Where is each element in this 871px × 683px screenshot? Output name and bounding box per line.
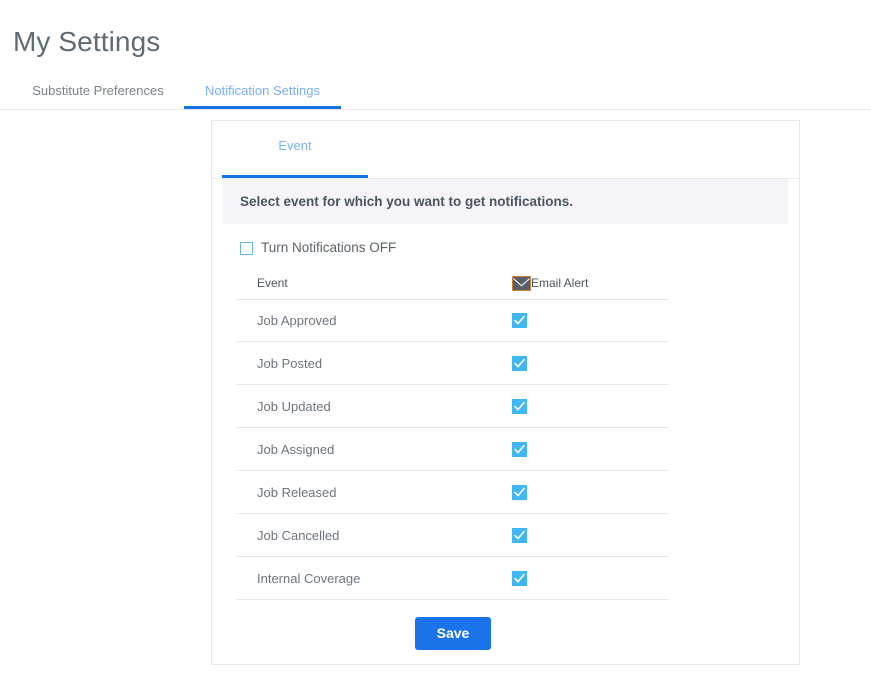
row-label-job-released: Job Released xyxy=(257,484,337,500)
row-email-alert-cell xyxy=(512,527,669,543)
table-row: Internal Coverage xyxy=(237,557,669,600)
envelope-icon xyxy=(512,275,531,291)
row-label-job-approved: Job Approved xyxy=(257,313,337,328)
save-button-container: Save xyxy=(237,600,669,650)
table-row: Job Posted xyxy=(237,342,669,385)
row-label-job-assigned: Job Assigned xyxy=(257,441,335,457)
table-row: Job Approved xyxy=(237,299,669,342)
column-header-event: Event xyxy=(257,276,288,290)
row-label-job-cancelled: Job Cancelled xyxy=(257,527,340,543)
row-label-internal-coverage: Internal Coverage xyxy=(257,570,361,586)
checkbox-checked-icon[interactable] xyxy=(512,355,527,371)
checkbox-checked-icon[interactable] xyxy=(512,441,527,457)
save-button[interactable]: Save xyxy=(414,617,492,650)
row-email-alert-cell xyxy=(512,313,669,328)
turn-notifications-off-label: Turn Notifications OFF xyxy=(261,240,397,255)
turn-notifications-off-row[interactable]: Turn Notifications OFF xyxy=(240,240,799,256)
table-row: Job Updated xyxy=(237,385,669,428)
top-tab-bar: Substitute Preferences Notification Sett… xyxy=(0,76,871,110)
checkbox-checked-icon[interactable] xyxy=(512,527,527,543)
tab-notification-settings[interactable]: Notification Settings xyxy=(184,76,341,109)
row-email-alert-cell xyxy=(512,570,669,586)
column-header-email-alert: Email Alert xyxy=(531,276,589,290)
table-row: Job Released xyxy=(237,471,669,514)
row-label-job-updated: Job Updated xyxy=(257,398,331,414)
row-label-job-posted: Job Posted xyxy=(257,355,323,371)
row-email-alert-cell xyxy=(512,355,669,371)
events-table: Event Email Alert Job Approved Job Poste… xyxy=(237,267,669,600)
card-tab-bar: Event xyxy=(212,121,799,179)
tab-substitute-preferences[interactable]: Substitute Preferences xyxy=(13,76,183,109)
table-row: Job Cancelled xyxy=(237,514,669,557)
notification-settings-card: Event Select event for which you want to… xyxy=(211,120,800,665)
row-email-alert-cell xyxy=(512,484,669,500)
checkbox-checked-icon[interactable] xyxy=(512,484,527,500)
checkbox-unchecked-icon[interactable] xyxy=(240,241,253,255)
checkbox-checked-icon[interactable] xyxy=(512,313,527,328)
row-email-alert-cell xyxy=(512,398,669,414)
instruction-banner-text: Select event for which you want to get n… xyxy=(240,194,574,209)
column-header-email-alert-cell: Email Alert xyxy=(512,275,669,291)
row-email-alert-cell xyxy=(512,441,669,457)
page-title: My Settings xyxy=(13,26,161,57)
table-row: Job Assigned xyxy=(237,428,669,471)
instruction-banner: Select event for which you want to get n… xyxy=(223,179,788,224)
checkbox-checked-icon[interactable] xyxy=(512,398,527,414)
table-header-row: Event Email Alert xyxy=(237,267,669,299)
checkbox-checked-icon[interactable] xyxy=(512,570,527,586)
tab-event[interactable]: Event xyxy=(222,121,368,178)
